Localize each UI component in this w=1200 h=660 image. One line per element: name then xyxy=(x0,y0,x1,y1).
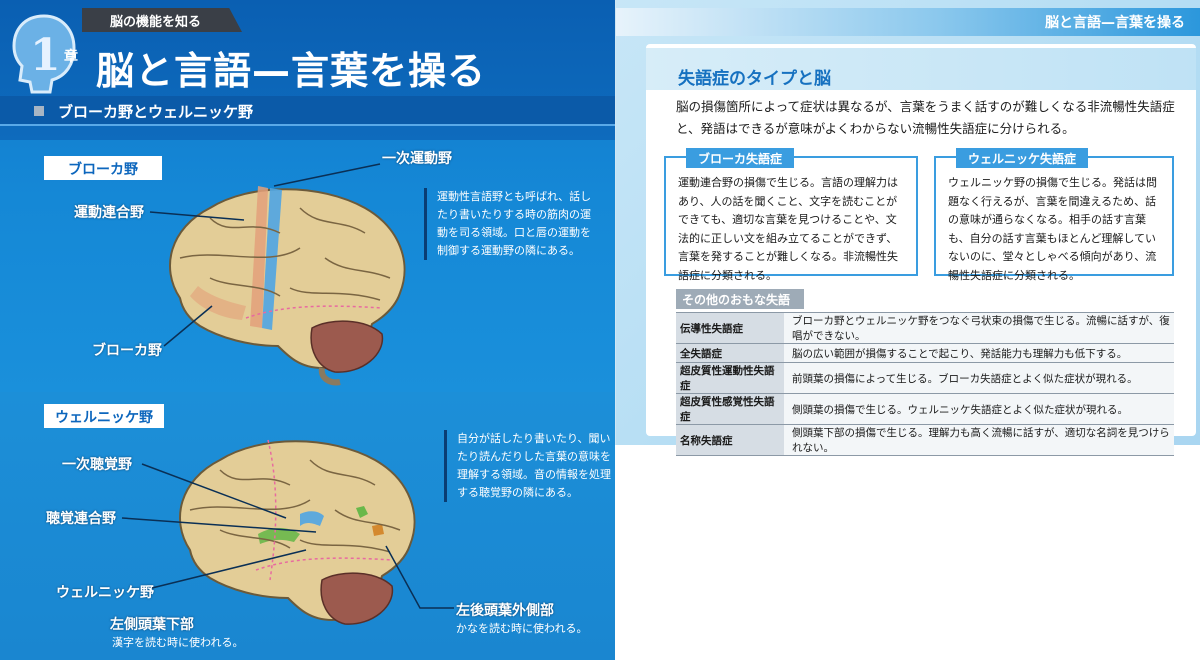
table-row: 全失語症 脳の広い範囲が損傷することで起こり、発話能力も理解力も低下する。 xyxy=(676,343,1174,363)
label-auditory-association: 聴覚連合野 xyxy=(46,511,116,527)
note-left-posterior-temporal: かなを読む時に使われる。 xyxy=(456,622,588,635)
label-left-inferior-temporal: 左側頭葉下部 xyxy=(110,617,194,633)
aphasia-name: 名称失語症 xyxy=(676,424,784,456)
wernicke-aphasia-box: ウェルニッケ失語症 ウェルニッケ野の損傷で生じる。発話は問題なく行えるが、言葉を… xyxy=(934,148,1174,282)
leader-line xyxy=(163,305,213,347)
aphasia-desc: ブローカ野とウェルニッケ野をつなぐ弓状束の損傷で生じる。流暢に話すが、復唱ができ… xyxy=(784,312,1174,344)
leader-line xyxy=(385,545,454,609)
leader-line xyxy=(151,549,307,589)
chapter-kanji: 章 xyxy=(64,49,78,65)
label-primary-auditory: 一次聴覚野 xyxy=(62,457,132,473)
page-title: 脳と言語—言葉を操る xyxy=(96,49,487,93)
broca-description: 運動性言語野とも呼ばれ、話したり書いたりする時の筋肉の運動を司る領域。口と唇の運… xyxy=(424,188,596,260)
leader-line xyxy=(141,463,287,519)
table-row: 超皮質性感覚性失語症 側頭葉の損傷で生じる。ウェルニッケ失語症とよく似た症状が現… xyxy=(676,393,1174,425)
right-header-band: 脳と言語—言葉を操る xyxy=(616,8,1200,36)
aphasia-desc: 側頭葉下部の損傷で生じる。理解力も高く流暢に話すが、適切な名詞を見つけられない。 xyxy=(784,424,1174,456)
label-wernicke: ウェルニッケ野 xyxy=(56,585,154,601)
table-row: 名称失語症 側頭葉下部の損傷で生じる。理解力も高く流暢に話すが、適切な名詞を見つ… xyxy=(676,424,1174,456)
chapter-tab: 脳の機能を知る xyxy=(82,8,242,32)
table-row: 伝導性失語症 ブローカ野とウェルニッケ野をつなぐ弓状束の損傷で生じる。流暢に話す… xyxy=(676,312,1174,344)
label-motor-association: 運動連合野 xyxy=(74,205,144,221)
broca-aphasia-box: ブローカ失語症 運動連合野の損傷で生じる。言語の理解力はあり、人の話を聞くこと、… xyxy=(664,148,918,282)
left-page: 1 章 脳の機能を知る 脳と言語—言葉を操る ブローカ野とウェルニッケ野 ブロー… xyxy=(0,0,615,660)
aphasia-desc: 側頭葉の損傷で生じる。ウェルニッケ失語症とよく似た症状が現れる。 xyxy=(784,393,1174,425)
leader-line xyxy=(121,517,317,533)
broca-aphasia-tag: ブローカ失語症 xyxy=(686,148,795,168)
aphasia-intro: 脳の損傷箇所によって症状は異なるが、言葉をうまく話すのが難しくなる非流暢性失語症… xyxy=(676,99,1175,136)
aphasia-name: 超皮質性感覚性失語症 xyxy=(676,393,784,425)
right-header-title: 脳と言語—言葉を操る xyxy=(1045,15,1185,31)
aphasia-name: 超皮質性運動性失語症 xyxy=(676,362,784,394)
other-aphasia-table: 伝導性失語症 ブローカ野とウェルニッケ野をつなぐ弓状束の損傷で生じる。流暢に話す… xyxy=(676,312,1174,456)
aphasia-name: 全失語症 xyxy=(676,343,784,363)
aphasia-desc: 脳の広い範囲が損傷することで起こり、発話能力も理解力も低下する。 xyxy=(784,343,1174,363)
section-label: ブローカ野とウェルニッケ野 xyxy=(58,103,254,121)
label-left-posterior-temporal: 左後頭葉外側部 xyxy=(456,603,554,619)
section-bullet-icon xyxy=(34,106,44,116)
wernicke-area-tag: ウェルニッケ野 xyxy=(44,404,164,428)
section-bar: ブローカ野とウェルニッケ野 xyxy=(0,96,615,126)
leader-line xyxy=(149,211,245,221)
note-left-inferior-temporal: 漢字を読む時に使われる。 xyxy=(112,636,244,649)
aphasia-name: 伝導性失語症 xyxy=(676,312,784,344)
wernicke-aphasia-text: ウェルニッケ野の損傷で生じる。発話は問題なく行えるが、言葉を間違えるため、話の意… xyxy=(948,176,1157,282)
label-primary-motor: 一次運動野 xyxy=(382,151,452,167)
chapter-head-icon: 1 章 xyxy=(8,10,80,98)
broca-area-tag: ブローカ野 xyxy=(44,156,162,180)
aphasia-title: 失語症のタイプと脳 xyxy=(678,69,831,89)
broca-aphasia-text: 運動連合野の損傷で生じる。言語の理解力はあり、人の話を聞くこと、文字を読むことが… xyxy=(678,176,898,282)
leader-line xyxy=(273,163,381,187)
wernicke-aphasia-tag: ウェルニッケ失語症 xyxy=(956,148,1089,168)
label-broca: ブローカ野 xyxy=(92,343,162,359)
table-row: 超皮質性運動性失語症 前頭葉の損傷によって生じる。ブローカ失語症とよく似た症状が… xyxy=(676,362,1174,394)
chapter-number: 1 xyxy=(30,30,61,81)
other-aphasia-tag: その他のおもな失語症 xyxy=(676,289,804,324)
wernicke-description: 自分が話したり書いたり、聞いたり読んだりした言葉の意味を理解する領域。音の情報を… xyxy=(444,430,615,502)
aphasia-desc: 前頭葉の損傷によって生じる。ブローカ失語症とよく似た症状が現れる。 xyxy=(784,362,1174,394)
